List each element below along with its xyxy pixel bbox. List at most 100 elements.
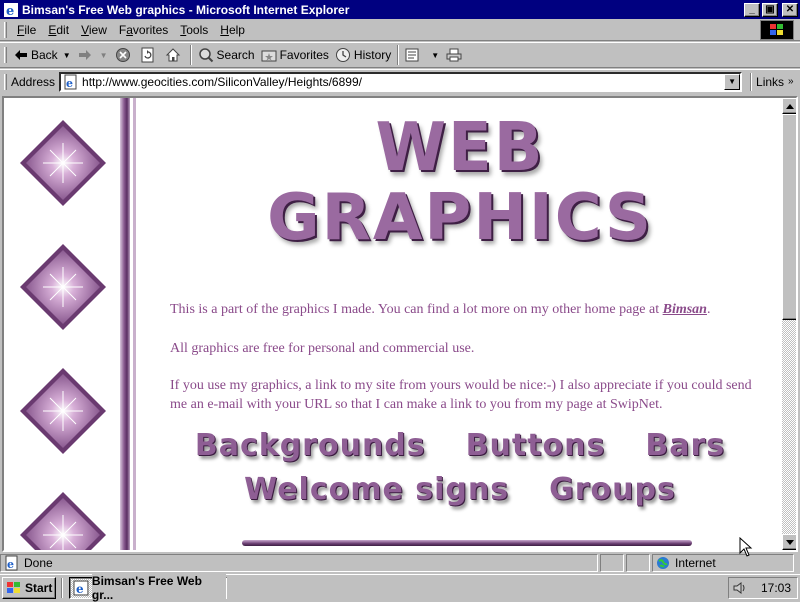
menu-bar: File Edit View Favorites Tools Help	[0, 19, 800, 41]
history-clock-icon	[335, 48, 350, 62]
bimsan-link[interactable]: Bimsan	[663, 302, 707, 317]
svg-text:e: e	[76, 581, 84, 595]
search-button[interactable]: Search	[195, 44, 258, 66]
history-button[interactable]: History	[332, 44, 394, 66]
heading-line-1: WEB	[375, 109, 545, 187]
menu-tools[interactable]: Tools	[174, 23, 214, 37]
print-button[interactable]	[443, 44, 468, 66]
window-title: Bimsan's Free Web graphics - Microsoft I…	[22, 2, 350, 17]
link-request-paragraph: If you use my graphics, a link to my sit…	[170, 378, 752, 412]
zone-text: Internet	[675, 556, 716, 570]
scroll-down-button[interactable]	[782, 534, 796, 550]
toolbar-separator	[189, 45, 192, 65]
main-content: WEB GRAPHICS This is a part of the graph…	[138, 98, 782, 550]
arrow-up-icon	[786, 103, 794, 109]
vertical-scrollbar[interactable]	[782, 98, 796, 550]
diamond-ornament-icon	[20, 492, 106, 550]
chevron-right-icon: »	[788, 76, 794, 87]
nav-welcome-signs-link[interactable]: Welcome signs	[244, 472, 509, 507]
system-tray: 17:03	[728, 577, 798, 599]
back-dropdown-icon[interactable]: ▼	[63, 51, 71, 60]
taskbar-button-ie[interactable]: e Bimsan's Free Web gr...	[69, 573, 227, 602]
svg-text:e: e	[66, 77, 73, 90]
task-label: Bimsan's Free Web gr...	[91, 573, 226, 602]
address-bar: Address e http://www.geocities.com/Silic…	[0, 69, 800, 93]
address-url: http://www.geocities.com/SiliconValley/H…	[82, 74, 362, 89]
minimize-button[interactable]: _	[744, 2, 760, 17]
page-icon: e	[64, 74, 77, 90]
nav-buttons-link[interactable]: Buttons	[466, 428, 606, 463]
home-icon	[165, 48, 180, 62]
address-label: Address	[11, 74, 56, 89]
stop-icon	[115, 48, 130, 62]
close-button[interactable]: ✕	[782, 2, 798, 17]
forward-dropdown-icon[interactable]: ▼	[100, 51, 108, 60]
mail-button[interactable]	[402, 44, 429, 66]
left-decoration-strip	[4, 98, 138, 550]
purple-pillar-edge	[133, 98, 136, 550]
start-label: Start	[25, 580, 53, 595]
back-arrow-icon	[15, 50, 27, 60]
home-button[interactable]	[162, 44, 187, 66]
minimize-icon: _	[749, 3, 755, 15]
intro-paragraph: This is a part of the graphics I made. Y…	[170, 302, 711, 317]
usage-paragraph: All graphics are free for personal and c…	[170, 341, 475, 356]
status-bar: e Done Internet	[0, 553, 800, 573]
volume-speaker-icon[interactable]	[733, 581, 747, 595]
links-label: Links	[756, 74, 785, 89]
refresh-icon	[141, 47, 154, 63]
printer-icon	[446, 48, 462, 62]
menu-favorites[interactable]: Favorites	[113, 23, 174, 37]
address-input[interactable]: e http://www.geocities.com/SiliconValley…	[59, 71, 743, 92]
purple-pillar	[120, 98, 130, 550]
back-button[interactable]: Back	[11, 44, 61, 66]
status-panel-progress	[600, 554, 624, 572]
maximize-button[interactable]: ▣	[762, 2, 778, 17]
svg-text:e: e	[6, 4, 14, 18]
status-panel-main: e Done	[0, 554, 598, 572]
close-icon: ✕	[785, 3, 795, 15]
decorative-bar	[242, 540, 692, 546]
browser-window: e Bimsan's Free Web graphics - Microsoft…	[0, 0, 800, 574]
status-text: Done	[24, 556, 53, 570]
start-button[interactable]: Start	[2, 576, 56, 599]
svg-text:e: e	[7, 558, 14, 571]
graphics-nav-row-1: Backgrounds Buttons Bars	[138, 428, 782, 463]
diamond-ornament-icon	[20, 368, 106, 454]
windows-flag-icon	[7, 581, 20, 593]
restore-icon: ▣	[765, 3, 775, 15]
web-page: WEB GRAPHICS This is a part of the graph…	[4, 98, 782, 550]
ie-task-icon: e	[73, 580, 89, 595]
menu-help[interactable]: Help	[214, 23, 251, 37]
toolbar-separator	[397, 45, 400, 65]
menubar-grip[interactable]	[4, 21, 7, 38]
status-panel-zone: Internet	[652, 554, 794, 572]
mail-icon	[405, 48, 419, 62]
nav-bars-link[interactable]: Bars	[645, 428, 725, 463]
title-bar[interactable]: e Bimsan's Free Web graphics - Microsoft…	[0, 0, 800, 19]
taskbar: Start e Bimsan's Free Web gr... 17:03	[0, 573, 800, 602]
mail-dropdown-icon[interactable]: ▼	[431, 51, 439, 60]
menu-view[interactable]: View	[75, 23, 113, 37]
internet-globe-icon	[657, 557, 669, 569]
nav-backgrounds-link[interactable]: Backgrounds	[195, 428, 426, 463]
scroll-thumb[interactable]	[782, 114, 796, 320]
favorites-button[interactable]: Favorites	[258, 44, 332, 66]
address-dropdown-icon[interactable]: ▼	[724, 73, 741, 90]
toolbar-grip[interactable]	[4, 47, 7, 63]
refresh-button[interactable]	[137, 44, 162, 66]
menu-edit[interactable]: Edit	[42, 23, 75, 37]
scroll-up-button[interactable]	[782, 98, 796, 114]
forward-button[interactable]	[75, 44, 98, 66]
content-viewport: WEB GRAPHICS This is a part of the graph…	[2, 96, 798, 552]
windows-logo-icon	[760, 20, 794, 40]
addressbar-grip[interactable]	[4, 73, 7, 90]
mouse-cursor-icon	[739, 537, 753, 557]
status-panel-secure	[626, 554, 650, 572]
heading-line-2: GRAPHICS	[267, 181, 653, 255]
links-toolbar[interactable]: Links »	[750, 72, 794, 91]
clock[interactable]: 17:03	[761, 581, 791, 595]
stop-button[interactable]	[112, 44, 137, 66]
menu-file[interactable]: File	[11, 23, 42, 37]
nav-groups-link[interactable]: Groups	[549, 472, 676, 507]
